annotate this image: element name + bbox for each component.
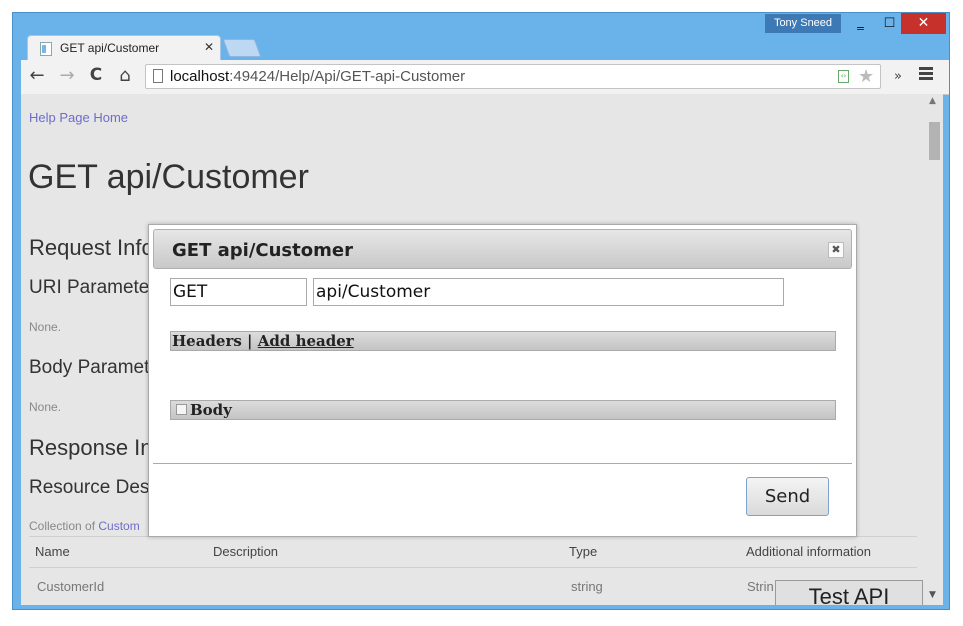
page-favicon-icon <box>40 42 52 56</box>
maximize-button[interactable]: ☐ <box>875 13 904 34</box>
url-text[interactable]: localhost:49424/Help/Api/GET-api-Custome… <box>170 68 465 85</box>
dialog-title-bar[interactable]: GET api/Customer ✖ <box>153 229 852 269</box>
http-method-input[interactable] <box>170 278 307 306</box>
body-section-bar: Body <box>170 400 836 420</box>
new-tab-button[interactable] <box>222 39 262 57</box>
page-title: GET api/Customer <box>28 158 309 196</box>
table-header-row: Name Description Type Additional informa… <box>29 536 917 568</box>
scroll-up-arrow-icon[interactable]: ▲ <box>929 96 936 106</box>
uri-parameters-heading: URI Parameters <box>29 277 166 298</box>
column-header-type: Type <box>569 544 598 559</box>
column-header-description: Description <box>213 544 279 559</box>
help-page-home-link[interactable]: Help Page Home <box>29 110 128 125</box>
extensions-overflow-icon[interactable]: » <box>894 69 902 84</box>
reader-mode-icon[interactable]: ‹› <box>838 70 849 83</box>
send-button[interactable]: Send <box>746 477 829 516</box>
cell-type: string <box>571 579 603 594</box>
test-api-dialog: GET api/Customer ✖ Headers | Add header … <box>148 224 857 537</box>
cell-additional-info: Strin <box>747 579 774 594</box>
column-header-name: Name <box>35 544 70 559</box>
tab-title: GET api/Customer <box>60 41 160 55</box>
body-checkbox[interactable] <box>176 404 187 415</box>
scroll-thumb[interactable] <box>929 122 940 160</box>
tab-close-icon[interactable]: ✕ <box>204 40 214 54</box>
url-host: localhost <box>170 68 230 85</box>
collection-of-label: Collection of <box>29 519 99 533</box>
home-icon[interactable]: ⌂ <box>113 65 137 86</box>
add-header-link[interactable]: Add header <box>258 332 354 350</box>
page-icon <box>153 69 163 83</box>
dialog-title: GET api/Customer <box>172 240 353 261</box>
scroll-down-arrow-icon[interactable]: ▼ <box>929 590 936 600</box>
forward-arrow-icon[interactable]: → <box>55 65 79 86</box>
headers-label: Headers <box>172 332 242 350</box>
dialog-separator <box>153 463 852 464</box>
body-label: Body <box>190 401 232 419</box>
window-close-button[interactable]: ✕ <box>901 13 946 34</box>
column-header-additional-info: Additional information <box>746 544 872 559</box>
vertical-scrollbar[interactable]: ▲ ▼ <box>925 94 943 605</box>
browser-menu-icon[interactable] <box>919 67 933 82</box>
bookmark-star-icon[interactable]: ★ <box>858 66 874 87</box>
browser-toolbar: ← → C ⌂ localhost:49424/Help/Api/GET-api… <box>21 60 949 95</box>
reload-icon[interactable]: C <box>84 65 108 85</box>
resource-description-heading: Resource Desc <box>29 477 159 498</box>
headers-section-bar: Headers | Add header <box>170 331 836 351</box>
dialog-close-icon[interactable]: ✖ <box>828 242 844 258</box>
collection-of-text: Collection of Custom <box>29 519 140 533</box>
url-path: :49424/Help/Api/GET-api-Customer <box>229 68 466 85</box>
browser-tab[interactable]: GET api/Customer ✕ <box>27 35 221 61</box>
uri-input[interactable] <box>313 278 784 306</box>
test-api-button[interactable]: Test API <box>775 580 923 605</box>
headers-separator: | <box>241 332 258 350</box>
profile-name-badge[interactable]: Tony Sneed <box>765 14 841 33</box>
back-arrow-icon[interactable]: ← <box>25 65 49 86</box>
body-parameters-none: None. <box>29 400 62 414</box>
address-bar[interactable]: localhost:49424/Help/Api/GET-api-Custome… <box>145 64 881 89</box>
request-info-heading: Request Info <box>29 235 154 260</box>
customer-type-link[interactable]: Custom <box>98 519 139 533</box>
minimize-button[interactable]: ‗ <box>846 13 875 34</box>
cell-name: CustomerId <box>37 579 105 594</box>
uri-parameters-none: None. <box>29 320 62 334</box>
